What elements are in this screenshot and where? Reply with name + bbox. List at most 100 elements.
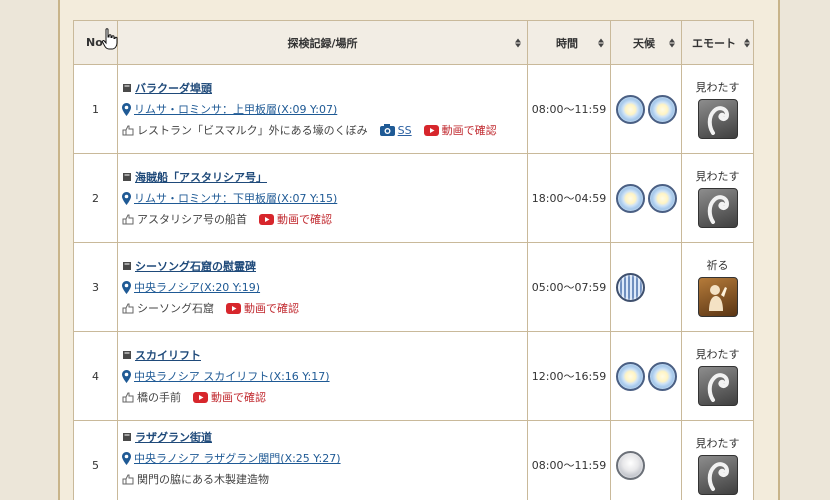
column-header-emote-label: エモート (692, 36, 736, 50)
video-link[interactable]: 動画で確認 (442, 122, 497, 138)
map-pin-icon (122, 102, 131, 116)
weather-cell (610, 331, 682, 421)
record-title-link[interactable]: スカイリフト (135, 347, 201, 363)
row-number: 2 (73, 153, 118, 243)
weather-fair-icon (648, 183, 677, 213)
time-window: 08:00～11:59 (527, 64, 611, 154)
map-pin-icon (122, 191, 131, 205)
spot-description: 関門の脇にある木製建造物 (137, 473, 269, 486)
video-link[interactable]: 動画で確認 (211, 389, 266, 405)
table-header-row: No 探検記録/場所 時間 天候 エモート (73, 20, 754, 65)
weather-clear-icon (616, 183, 645, 213)
emote-cell: 祈る (681, 242, 754, 332)
sort-icon[interactable] (515, 38, 521, 47)
record-title-link[interactable]: バラクーダ埠頭 (135, 80, 212, 96)
column-header-time[interactable]: 時間 (527, 20, 611, 65)
record-cell: バラクーダ埠頭 リムサ・ロミンサ：上甲板層(X:09 Y:07) レストラン「ビ… (117, 64, 528, 154)
emote-label: 見わたす (695, 81, 740, 94)
column-header-record[interactable]: 探検記録/場所 (117, 20, 528, 65)
location-link[interactable]: リムサ・ロミンサ：上甲板層(X:09 Y:07) (134, 101, 337, 117)
weather-cell (610, 242, 682, 332)
youtube-icon (423, 124, 439, 136)
record-cell: ラザグラン街道 中央ラノシア ラザグラン関門(X:25 Y:27) 関門の脇にあ… (117, 420, 528, 500)
weather-fair-icon (648, 94, 677, 124)
camera-icon (379, 124, 395, 136)
video-link[interactable]: 動画で確認 (244, 300, 299, 316)
emote-cell: 見わたす (681, 64, 754, 154)
youtube-icon (193, 391, 208, 403)
emote-pray-icon (697, 277, 738, 317)
book-icon (123, 173, 131, 181)
book-icon (123, 351, 131, 359)
weather-cloud-icon (616, 450, 645, 480)
sort-icon[interactable] (744, 38, 750, 47)
record-title-link[interactable]: シーソング石窟の慰霊碑 (135, 258, 256, 274)
time-window: 12:00～16:59 (527, 331, 611, 421)
column-header-time-label: 時間 (556, 36, 578, 50)
column-header-weather[interactable]: 天候 (610, 20, 682, 65)
location-link[interactable]: 中央ラノシア ラザグラン関門(X:25 Y:27) (134, 450, 341, 466)
emote-label: 見わたす (695, 437, 740, 450)
emote-lookout-icon (697, 366, 738, 406)
sort-icon[interactable] (598, 38, 604, 47)
youtube-icon (226, 302, 241, 314)
location-link[interactable]: 中央ラノシア(X:20 Y:19) (134, 279, 260, 295)
exploration-log-table: No 探検記録/場所 時間 天候 エモート 1 バラクーダ埠頭 リムサ・ロミンサ… (73, 20, 754, 500)
column-header-weather-label: 天候 (633, 36, 655, 50)
location-link[interactable]: 中央ラノシア スカイリフト(X:16 Y:17) (134, 368, 330, 384)
sort-icon[interactable] (669, 38, 675, 47)
emote-lookout-icon (697, 99, 738, 139)
emote-cell: 見わたす (681, 153, 754, 243)
record-cell: スカイリフト 中央ラノシア スカイリフト(X:16 Y:17) 橋の手前 動画で… (117, 331, 528, 421)
spot-description: レストラン「ビスマルク」外にある壕のくぼみ (137, 124, 368, 137)
record-title-link[interactable]: 海賊船「アスタリシア号」 (135, 169, 267, 185)
column-header-emote[interactable]: エモート (681, 20, 754, 65)
screenshot-link[interactable]: SS (398, 124, 412, 137)
column-header-record-label: 探検記録/場所 (287, 36, 358, 50)
row-number: 5 (73, 420, 118, 500)
emote-cell: 見わたす (681, 420, 754, 500)
map-pin-icon (122, 451, 131, 465)
emote-cell: 見わたす (681, 331, 754, 421)
spot-description: アスタリシア号の船首 (137, 213, 247, 226)
record-cell: シーソング石窟の慰霊碑 中央ラノシア(X:20 Y:19) シーソング石窟 動画… (117, 242, 528, 332)
row-number: 3 (73, 242, 118, 332)
time-window: 08:00～11:59 (527, 420, 611, 500)
weather-rain-icon (616, 272, 645, 302)
time-window: 18:00～04:59 (527, 153, 611, 243)
youtube-icon (259, 213, 274, 225)
time-window: 05:00～07:59 (527, 242, 611, 332)
book-icon (123, 262, 131, 270)
spot-description: シーソング石窟 (137, 302, 214, 315)
weather-clear-icon (616, 361, 645, 391)
hand-point-icon (122, 214, 134, 224)
hand-point-icon (122, 303, 134, 313)
map-pin-icon (122, 280, 131, 294)
hand-point-icon (122, 474, 134, 484)
row-number: 4 (73, 331, 118, 421)
table-row: 3 シーソング石窟の慰霊碑 中央ラノシア(X:20 Y:19) シーソング石窟 … (73, 242, 754, 332)
hand-cursor-icon (101, 28, 118, 50)
emote-lookout-icon (697, 455, 738, 495)
emote-label: 見わたす (695, 170, 740, 183)
hand-point-icon (122, 125, 134, 135)
weather-cell (610, 64, 682, 154)
video-link[interactable]: 動画で確認 (277, 211, 332, 227)
location-link[interactable]: リムサ・ロミンサ：下甲板層(X:07 Y:15) (134, 190, 337, 206)
record-title-link[interactable]: ラザグラン街道 (135, 429, 212, 445)
table-row: 1 バラクーダ埠頭 リムサ・ロミンサ：上甲板層(X:09 Y:07) レストラン… (73, 64, 754, 154)
spot-description: 橋の手前 (137, 391, 181, 404)
weather-cell (610, 153, 682, 243)
weather-cell (610, 420, 682, 500)
table-row: 5 ラザグラン街道 中央ラノシア ラザグラン関門(X:25 Y:27) 関門の脇… (73, 420, 754, 500)
book-icon (123, 84, 131, 92)
table-row: 4 スカイリフト 中央ラノシア スカイリフト(X:16 Y:17) 橋の手前 動… (73, 331, 754, 421)
emote-label: 見わたす (695, 348, 740, 361)
book-icon (123, 433, 131, 441)
table-row: 2 海賊船「アスタリシア号」 リムサ・ロミンサ：下甲板層(X:07 Y:15) … (73, 153, 754, 243)
weather-clear-icon (616, 94, 645, 124)
emote-label: 祈る (706, 259, 729, 272)
hand-point-icon (122, 392, 134, 402)
row-number: 1 (73, 64, 118, 154)
weather-fair-icon (648, 361, 677, 391)
